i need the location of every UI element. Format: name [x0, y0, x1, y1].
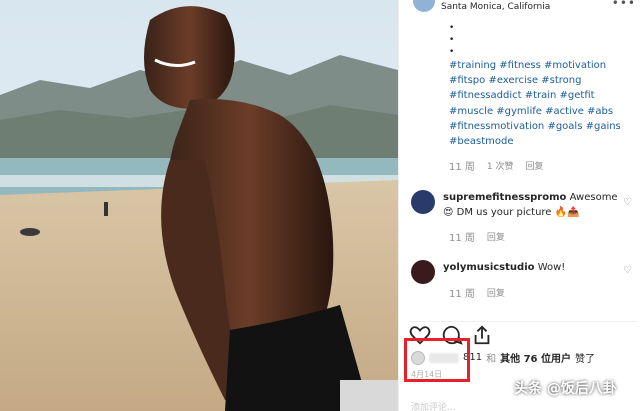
emoji-icon: 😍 [443, 207, 454, 218]
comment-item: supremefitnesspromo Awesome 😍 DM us your… [411, 190, 635, 220]
comment-text-2: DM us your picture [456, 207, 552, 218]
hashtags[interactable]: #training #fitness #motivation #fitspo #… [449, 58, 635, 149]
comment-username[interactable]: yolymusicstudio [443, 262, 535, 273]
comment-meta: 11 周 回复 [449, 285, 505, 300]
caption-bullet: • [449, 35, 455, 45]
commenter-avatar[interactable] [411, 190, 435, 214]
fire-icon: 🔥📤 [554, 207, 580, 218]
comment-reply-button[interactable]: 回复 [487, 286, 505, 299]
comment-time: 11 周 [449, 289, 475, 300]
more-icon[interactable]: ••• [612, 0, 636, 10]
post-caption: • • • #training #fitness #motivation #fi… [449, 22, 635, 149]
comment-meta: 11 周 回复 [449, 229, 505, 244]
caption-bullet: • [449, 47, 455, 57]
caption-time[interactable]: 11 周 [449, 158, 475, 173]
caption-likes[interactable]: 1 次赞 [487, 159, 514, 172]
likes-liked: 赞了 [574, 354, 595, 365]
comment-like-icon[interactable]: ♡ [623, 265, 632, 276]
comment-body: supremefitnesspromo Awesome 😍 DM us your… [443, 190, 618, 220]
comment-time: 11 周 [449, 233, 475, 244]
commenter-avatar[interactable] [411, 260, 435, 284]
highlight-box [404, 338, 470, 382]
likes-and: 和 [486, 354, 497, 365]
add-comment-input[interactable]: 添加评论… [411, 400, 456, 411]
caption-meta: 11 周 1 次赞 回复 [449, 158, 544, 173]
likes-others-link[interactable]: 其他 76 位用户 [500, 350, 571, 365]
comment-item: yolymusicstudio Wow! [411, 260, 635, 284]
share-icon[interactable] [471, 324, 493, 346]
author-avatar[interactable] [413, 0, 435, 12]
comment-like-icon[interactable]: ♡ [623, 197, 632, 208]
location-link[interactable]: Santa Monica, California [441, 2, 550, 12]
comment-body: yolymusicstudio Wow! [443, 260, 565, 284]
comment-reply-button[interactable]: 回复 [487, 230, 505, 243]
caption-bullet: • [449, 23, 455, 33]
comment-text: Wow! [537, 262, 566, 273]
caption-reply-button[interactable]: 回复 [526, 159, 544, 172]
location-row: Santa Monica, California [413, 0, 550, 14]
post-photo [0, 0, 398, 411]
watermark: 头条 @饭后八卦 [514, 381, 617, 397]
comment-text: Awesome [569, 192, 618, 203]
comment-username[interactable]: supremefitnesspromo [443, 192, 566, 203]
